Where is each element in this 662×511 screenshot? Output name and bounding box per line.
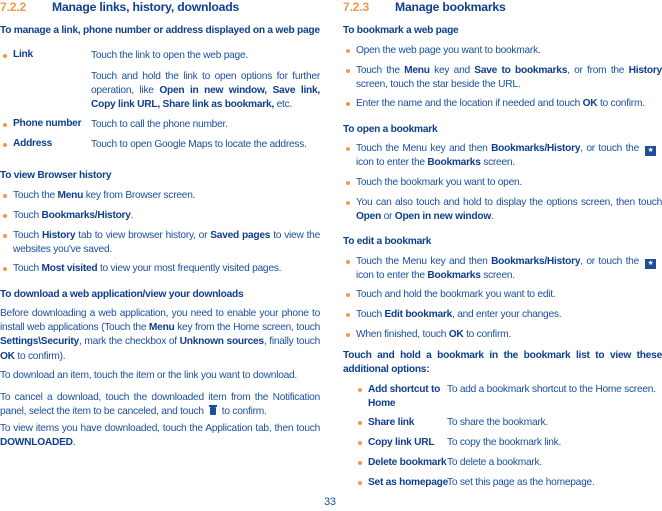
list-item: You can also touch and hold to display t… xyxy=(343,196,662,224)
bullet-icon xyxy=(346,69,350,73)
description: To share the bookmark. xyxy=(447,417,548,428)
section-heading-7-2-3: 7.2.3 Manage bookmarks xyxy=(343,0,506,14)
list-item: Touch Bookmarks/History. xyxy=(0,209,320,223)
bullet-icon xyxy=(346,201,350,205)
bullet-icon xyxy=(346,181,350,185)
list-item: Touch Edit bookmark, and enter your chan… xyxy=(343,308,662,322)
bookmark-icon: ★ xyxy=(645,146,657,156)
history-heading: To view Browser history xyxy=(0,170,112,181)
list-item: Touch the Menu key and Save to bookmarks… xyxy=(343,64,662,92)
bullet-icon xyxy=(346,147,350,151)
bookmark-icon: ★ xyxy=(645,259,657,269)
list-item: Open the web page you want to bookmark. xyxy=(343,44,662,58)
bullet-icon xyxy=(358,441,362,445)
description: Touch to open Google Maps to locate the … xyxy=(91,139,307,150)
bullet-icon xyxy=(3,143,7,147)
download-paragraph-3: To cancel a download, touch the download… xyxy=(0,392,320,418)
term: Delete bookmark xyxy=(368,457,447,468)
bullet-icon xyxy=(3,214,7,218)
description: To add a bookmark shortcut to the Home s… xyxy=(447,384,656,395)
list-item: Touch Most visited to view your most fre… xyxy=(0,262,320,276)
bullet-icon xyxy=(346,313,350,317)
bullet-icon xyxy=(3,194,7,198)
list-item: Touch the Menu key and then Bookmarks/Hi… xyxy=(343,255,662,283)
description: Touch to call the phone number. xyxy=(91,119,228,130)
link-hold-description: Touch and hold the link to open options … xyxy=(91,71,320,111)
description: To copy the bookmark link. xyxy=(447,437,562,448)
term: Address xyxy=(13,138,53,149)
list-item: Touch the bookmark you want to open. xyxy=(343,176,662,190)
description: To delete a bookmark. xyxy=(447,457,542,468)
section-title: Manage bookmarks xyxy=(395,0,506,14)
bullet-icon xyxy=(358,461,362,465)
bullet-icon xyxy=(3,267,7,271)
term: Set as homepage xyxy=(368,477,449,488)
download-heading: To download a web application/view your … xyxy=(0,289,244,300)
term: Copy link URL xyxy=(368,437,435,448)
bullet-icon xyxy=(346,260,350,264)
bullet-icon xyxy=(358,388,362,392)
term: Link xyxy=(13,49,33,60)
section-number: 7.2.3 xyxy=(343,0,370,14)
bullet-icon xyxy=(3,123,7,127)
bullet-icon xyxy=(346,293,350,297)
page-number: 33 xyxy=(324,496,336,508)
bullet-icon xyxy=(346,49,350,53)
manage-link-heading: To manage a link, phone number or addres… xyxy=(0,25,320,36)
bullet-icon xyxy=(346,333,350,337)
list-item: Touch History tab to view browser histor… xyxy=(0,229,320,257)
section-number: 7.2.2 xyxy=(0,0,27,14)
bullet-icon xyxy=(358,421,362,425)
download-paragraph-2: To download an item, touch the item or t… xyxy=(0,370,298,381)
term: Phone number xyxy=(13,118,82,129)
bullet-icon xyxy=(358,481,362,485)
list-item: Touch the Menu key from Browser screen. xyxy=(0,189,320,203)
term: Share link xyxy=(368,417,415,428)
options-heading: Touch and hold a bookmark in the bookmar… xyxy=(343,350,662,376)
trash-icon xyxy=(208,405,217,416)
list-item: When finished, touch OK to confirm. xyxy=(343,328,662,342)
download-paragraph-1: Before downloading a web application, yo… xyxy=(0,308,320,362)
bullet-icon xyxy=(3,54,7,58)
list-item: Touch the Menu key and then Bookmarks/Hi… xyxy=(343,142,662,170)
bookmark-page-heading: To bookmark a web page xyxy=(343,25,459,36)
bullet-icon xyxy=(346,102,350,106)
section-heading-7-2-2: 7.2.2 Manage links, history, downloads xyxy=(0,0,239,14)
edit-bookmark-heading: To edit a bookmark xyxy=(343,236,432,247)
term: Add shortcut to Home xyxy=(368,384,441,410)
description: Touch the link to open the web page. xyxy=(91,50,248,61)
list-item: Enter the name and the location if neede… xyxy=(343,97,662,111)
description: To set this page as the homepage. xyxy=(447,477,595,488)
section-title: Manage links, history, downloads xyxy=(52,0,240,14)
list-item: Touch and hold the bookmark you want to … xyxy=(343,288,662,302)
open-bookmark-heading: To open a bookmark xyxy=(343,124,438,135)
download-paragraph-4: To view items you have downloaded, touch… xyxy=(0,423,320,449)
bullet-icon xyxy=(3,234,7,238)
